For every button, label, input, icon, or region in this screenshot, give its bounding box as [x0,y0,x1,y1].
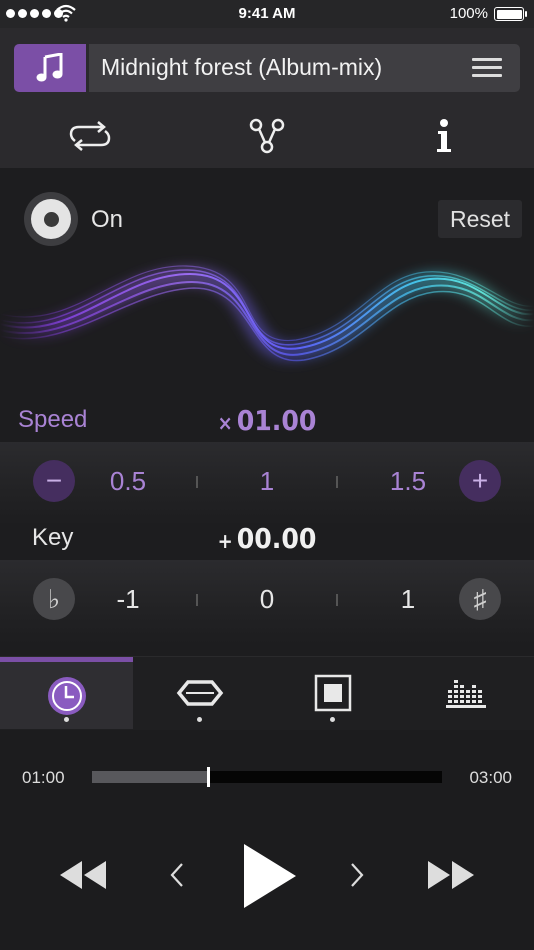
loop-region-icon [176,680,223,706]
previous-button[interactable] [160,850,194,900]
battery-icon [494,7,527,21]
music-library-button[interactable] [14,44,86,92]
tab-stop[interactable] [266,657,399,729]
speed-decrease-button[interactable]: − [33,460,75,502]
toggle-state-label: On [91,206,124,233]
play-button[interactable] [232,836,304,916]
key-tick-label: 0 [259,584,275,614]
key-flat-button[interactable]: ♭ [33,578,75,620]
repeat-icon [69,121,111,151]
transport-panel: 01:00 03:00 [0,730,534,950]
key-value: 00.00 [236,522,317,555]
waveform-visualization [0,265,534,362]
equalizer-icon [445,680,486,708]
rewind-icon [60,861,106,889]
stop-square-icon [314,674,351,712]
seek-bar-progress [92,771,208,783]
effect-tabs [0,656,534,730]
key-tick-label: -1 [116,584,140,614]
speed-value-display: × 01.00 [0,404,534,437]
share-button[interactable] [243,116,291,156]
speed-tick-mark [336,476,338,488]
reset-button[interactable]: Reset [438,200,522,238]
elapsed-time: 01:00 [22,768,65,787]
track-title-bar[interactable]: Midnight forest (Album-mix) [89,44,520,92]
tab-loop[interactable] [133,657,266,729]
key-value-display: +00.00 [0,522,534,555]
speed-tick-label: 1 [259,466,275,496]
key-sharp-button[interactable]: ♯ [459,578,501,620]
tab-indicator-dot [330,717,335,722]
music-note-icon [36,53,63,82]
tab-equalizer[interactable] [399,657,532,729]
speed-value-prefix: × [217,411,233,435]
key-tick-label: 1 [400,584,416,614]
info-button[interactable] [420,116,468,156]
clock-icon [47,676,86,715]
fast-forward-button[interactable] [422,850,482,900]
repeat-button[interactable] [66,116,114,156]
play-icon [244,844,296,908]
speed-tick-label: 1.5 [389,466,427,496]
tab-indicator-dot [64,717,69,722]
share-nodes-icon [249,118,285,154]
key-tick-mark [336,594,338,606]
speed-tick-mark [196,476,198,488]
total-time: 03:00 [469,768,512,787]
info-icon [437,119,451,152]
track-title: Midnight forest (Album-mix) [101,54,383,80]
status-bar: 9:41 AM 100% [0,0,534,28]
menu-button[interactable] [472,58,502,80]
tab-tempo[interactable] [0,657,133,729]
speed-tick-label: 0.5 [109,466,147,496]
hamburger-icon [472,58,502,77]
key-slider[interactable]: ♭ -1 0 1 ♯ [0,560,534,644]
chevron-right-icon [351,863,364,887]
battery-percent: 100% [449,5,488,22]
effect-panel: On Reset Speed × 01.00 − 0.5 1 1.5 + Key… [0,168,534,656]
seek-bar-handle[interactable] [206,767,210,787]
fast-forward-icon [428,861,474,889]
tab-indicator-dot [197,717,202,722]
key-value-prefix: + [217,529,233,553]
next-button[interactable] [340,850,374,900]
seek-bar[interactable] [92,767,442,787]
header: Midnight forest (Album-mix) [0,28,534,168]
chevron-left-icon [170,863,183,887]
key-tick-mark [196,594,198,606]
rewind-button[interactable] [52,850,112,900]
power-toggle-icon [31,199,71,239]
speed-slider[interactable]: − 0.5 1 1.5 + [0,442,534,526]
speed-value: 01.00 [236,404,317,437]
speed-increase-button[interactable]: + [459,460,501,502]
